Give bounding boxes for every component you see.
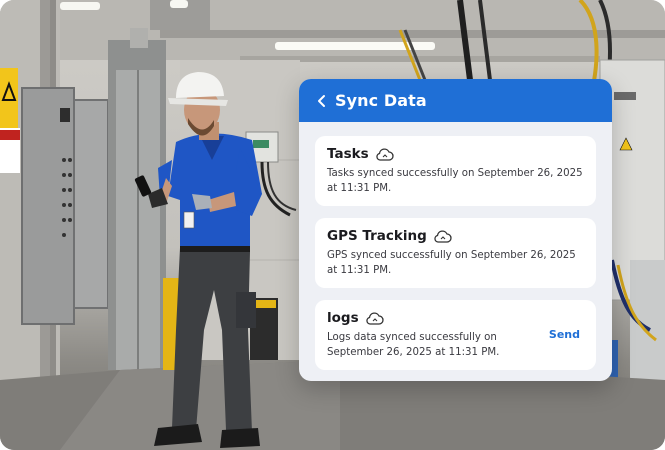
item-title: GPS Tracking bbox=[327, 228, 427, 244]
sync-list: Tasks Tasks synced successfully on Septe… bbox=[299, 122, 612, 370]
item-description: Tasks synced successfully on September 2… bbox=[327, 168, 583, 194]
item-header: logs bbox=[327, 310, 526, 326]
cloud-sync-icon bbox=[375, 147, 395, 161]
item-description: Logs data synced successfully on Septemb… bbox=[327, 332, 500, 358]
sync-header: Sync Data bbox=[299, 79, 612, 122]
cloud-sync-icon bbox=[365, 311, 385, 325]
item-title: logs bbox=[327, 310, 359, 326]
sync-item-gps-tracking[interactable]: GPS Tracking GPS synced successfully on … bbox=[315, 218, 596, 288]
item-title: Tasks bbox=[327, 146, 369, 162]
send-button[interactable]: Send bbox=[549, 328, 580, 341]
cloud-sync-icon bbox=[433, 229, 453, 243]
page-title: Sync Data bbox=[335, 91, 427, 110]
chevron-left-icon[interactable] bbox=[313, 91, 329, 111]
sync-item-tasks[interactable]: Tasks Tasks synced successfully on Septe… bbox=[315, 136, 596, 206]
sync-item-logs[interactable]: logs Logs data synced successfully on Se… bbox=[315, 300, 596, 370]
sync-data-panel: Sync Data Tasks Tasks synced successfull… bbox=[299, 79, 612, 381]
item-header: Tasks bbox=[327, 146, 584, 162]
item-description: GPS synced successfully on September 26,… bbox=[327, 250, 576, 276]
item-header: GPS Tracking bbox=[327, 228, 584, 244]
